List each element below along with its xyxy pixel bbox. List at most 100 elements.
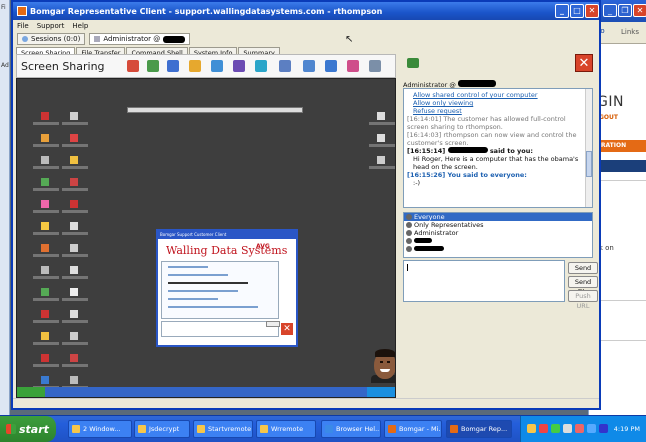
chat-scrollbar[interactable] xyxy=(585,89,592,207)
tray-icon[interactable] xyxy=(539,424,548,433)
customer-client-window[interactable]: Bomgar Support Customer Client Walling D… xyxy=(156,229,298,347)
sessions-tab[interactable]: Sessions (0:0) xyxy=(17,33,86,45)
chat-line xyxy=(168,298,218,300)
taskbar-button[interactable]: Bomgar - Mi... xyxy=(384,420,442,438)
chat-header: ✕ xyxy=(401,54,597,76)
desktop-icon[interactable] xyxy=(33,266,59,282)
desktop-icon[interactable] xyxy=(33,288,59,304)
web-logout-link[interactable]: GOUT xyxy=(599,114,618,121)
customer-chat-input[interactable] xyxy=(161,321,279,337)
annotate-icon[interactable] xyxy=(189,60,201,72)
desktop-icon[interactable] xyxy=(33,156,59,172)
chat-link-view-only[interactable]: Allow only viewing xyxy=(407,99,584,107)
push-url-button[interactable]: Push URL xyxy=(568,290,598,310)
recipient-everyone[interactable]: Everyone xyxy=(404,213,592,221)
desktop-icon[interactable] xyxy=(33,178,59,194)
desktop-icon[interactable] xyxy=(33,244,59,260)
close-icon[interactable]: ✕ xyxy=(633,4,646,17)
tray-icon[interactable] xyxy=(527,424,536,433)
minimize-icon[interactable]: _ xyxy=(555,4,569,18)
session-tab-administrator[interactable]: Administrator @ xyxy=(89,33,191,45)
recipient-redacted[interactable] xyxy=(404,245,592,253)
chat-log[interactable]: Allow shared control of your computer Al… xyxy=(403,88,593,208)
desktop-icon[interactable] xyxy=(62,266,89,282)
close-session-button[interactable]: ✕ xyxy=(575,54,593,72)
desktop-icon[interactable] xyxy=(62,288,89,304)
fit-screen-icon[interactable] xyxy=(211,60,223,72)
window-titlebar[interactable]: Bomgar Representative Client - support.w… xyxy=(13,2,599,20)
clipboard-icon[interactable] xyxy=(303,60,315,72)
stop-sharing-icon[interactable] xyxy=(127,60,139,72)
desktop-icon[interactable] xyxy=(33,134,59,150)
desktop-icon[interactable] xyxy=(62,112,89,128)
customer-close-icon[interactable]: ✕ xyxy=(281,323,293,335)
remote-window-titlebar xyxy=(127,107,303,113)
restore-icon[interactable]: ❐ xyxy=(618,4,632,17)
screenshot-icon[interactable] xyxy=(279,60,291,72)
links-toolbar[interactable]: Links xyxy=(621,28,639,36)
desktop-icon[interactable] xyxy=(33,332,59,348)
taskbar-button[interactable]: Jsdecrypt xyxy=(134,420,190,438)
desktop-icon[interactable] xyxy=(369,134,395,150)
desktop-icon[interactable] xyxy=(62,222,89,238)
tray-icon[interactable] xyxy=(563,424,572,433)
privacy-icon[interactable] xyxy=(347,60,359,72)
desktop-icon[interactable] xyxy=(62,354,89,370)
desktop-icon[interactable] xyxy=(62,332,89,348)
tray-icon[interactable] xyxy=(575,424,584,433)
customer-send-button[interactable] xyxy=(266,321,280,327)
desktop-icon[interactable] xyxy=(62,310,89,326)
menu-support[interactable]: Support xyxy=(37,22,65,30)
chat-message-input[interactable] xyxy=(403,260,565,302)
request-control-icon[interactable] xyxy=(147,60,159,72)
resolution-icon[interactable] xyxy=(255,60,267,72)
taskbar-button[interactable]: 2 Window... xyxy=(68,420,132,438)
send-button[interactable]: Send xyxy=(568,262,598,274)
recipient-administrator[interactable]: Administrator xyxy=(404,229,592,237)
send-file-button[interactable]: Send File xyxy=(568,276,598,296)
desktop-icon[interactable] xyxy=(62,244,89,260)
taskbar-button[interactable]: Startvremote xyxy=(193,420,253,438)
desktop-icon[interactable] xyxy=(33,310,59,326)
minimize-icon[interactable]: _ xyxy=(603,4,617,17)
desktop-icon[interactable] xyxy=(369,112,395,128)
folder-icon xyxy=(72,425,80,433)
special-keys-icon[interactable] xyxy=(325,60,337,72)
session-tab-label: Administrator @ xyxy=(103,35,161,43)
tray-icon[interactable] xyxy=(599,424,608,433)
remote-mouse-icon[interactable] xyxy=(167,60,179,72)
recipient-list[interactable]: Everyone Only Representatives Administra… xyxy=(403,212,593,258)
chat-link-refuse[interactable]: Refuse request xyxy=(407,107,584,115)
chat-timestamp: [16:15:14] xyxy=(407,147,446,155)
remote-desktop-view[interactable]: Bomgar Support Customer Client Walling D… xyxy=(16,78,396,398)
desktop-icon[interactable] xyxy=(33,354,59,370)
desktop-icon[interactable] xyxy=(62,156,89,172)
desktop-icon[interactable] xyxy=(33,200,59,216)
horizontal-scrollbar[interactable] xyxy=(13,398,599,408)
chat-link-shared-control[interactable]: Allow shared control of your computer xyxy=(407,91,584,99)
taskbar-button[interactable]: Wrremote xyxy=(256,420,316,438)
desktop-icon[interactable] xyxy=(33,222,59,238)
desktop-icon[interactable] xyxy=(369,156,395,172)
remote-start-button[interactable] xyxy=(17,387,45,397)
recipient-label: Only Representatives xyxy=(414,221,484,229)
close-icon[interactable]: ✕ xyxy=(585,4,599,18)
taskbar-clock[interactable]: 4:19 PM xyxy=(614,425,640,433)
desktop-icon[interactable] xyxy=(62,134,89,150)
taskbar-button-active[interactable]: Bomgar Rep... xyxy=(446,420,512,438)
recipient-representatives[interactable]: Only Representatives xyxy=(404,221,592,229)
scrollbar-thumb[interactable] xyxy=(586,151,592,177)
recipient-redacted[interactable] xyxy=(404,237,592,245)
desktop-icon[interactable] xyxy=(62,200,89,216)
menu-help[interactable]: Help xyxy=(72,22,88,30)
tray-icon[interactable] xyxy=(551,424,560,433)
desktop-icon[interactable] xyxy=(62,178,89,194)
desktop-icon[interactable] xyxy=(33,112,59,128)
tray-icon[interactable] xyxy=(587,424,596,433)
taskbar-button[interactable]: Browser Hel... xyxy=(321,420,381,438)
menu-file[interactable]: File xyxy=(17,22,29,30)
maximize-icon[interactable]: □ xyxy=(570,4,584,18)
start-button[interactable]: start xyxy=(0,416,56,442)
monitor-icon[interactable] xyxy=(233,60,245,72)
settings-icon[interactable] xyxy=(369,60,381,72)
